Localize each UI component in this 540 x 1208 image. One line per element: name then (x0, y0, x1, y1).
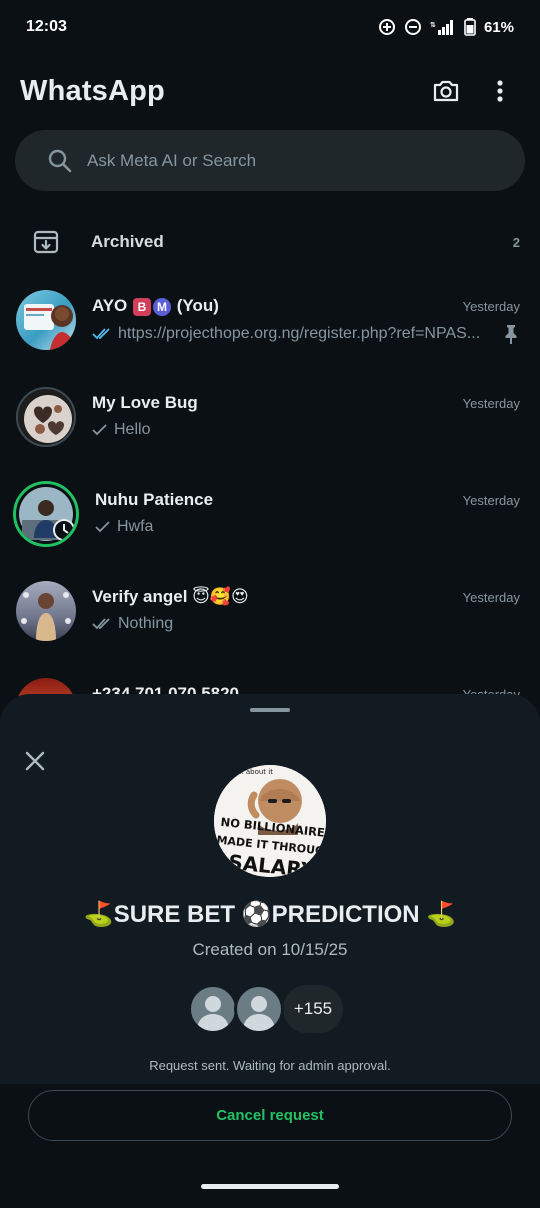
member-count-more: +155 (280, 982, 346, 1036)
double-tick-read-icon (92, 328, 110, 340)
group-invite-sheet: think about it NO BILLIONAIRE MADE IT TH… (0, 694, 540, 1208)
chat-name: Verify angel 😇🥰😍 (92, 587, 249, 606)
member-avatar (234, 984, 284, 1034)
avatar (16, 581, 76, 641)
chat-name: Nuhu Patience (95, 490, 214, 509)
signal-icon: ⇅ (430, 18, 456, 36)
request-status: Request sent. Waiting for admin approval… (149, 1058, 391, 1073)
person-icon (243, 996, 275, 1031)
camera-icon (433, 80, 459, 102)
more-vert-icon (497, 80, 503, 102)
chat-preview: https://projecthope.org.ng/register.php?… (118, 325, 481, 342)
cancel-request-button[interactable]: Cancel request (28, 1090, 512, 1141)
search-placeholder: Ask Meta AI or Search (87, 150, 257, 170)
chat-name: My Love Bug (92, 393, 198, 412)
person-icon (197, 996, 229, 1031)
chat-preview: Hwfa (117, 518, 154, 535)
close-icon (25, 751, 45, 771)
battery-icon (464, 18, 476, 36)
archive-icon (33, 230, 59, 254)
chat-preview: Hello (114, 421, 151, 438)
chat-row-nuhu-patience[interactable]: Nuhu Patience Yesterday Hwfa (0, 464, 540, 561)
status-time: 12:03 (26, 18, 67, 35)
gesture-nav-bar[interactable] (201, 1184, 339, 1189)
chat-time: Yesterday (462, 589, 520, 605)
drag-handle[interactable] (250, 708, 290, 712)
single-tick-icon (92, 424, 107, 436)
search-input[interactable]: Ask Meta AI or Search (15, 130, 525, 191)
avatar (16, 290, 76, 350)
battery-level: 61% (483, 18, 514, 36)
dnd-icon (404, 18, 422, 36)
group-name: ⛳SURE BET ⚽PREDICTION ⛳ (83, 901, 457, 928)
status-bar: 12:03 ⇅ 61% (0, 0, 540, 54)
search-icon (48, 149, 72, 172)
pin-icon (505, 325, 517, 344)
badge-b: B (133, 297, 152, 316)
chat-time: Yesterday (462, 492, 520, 508)
close-button[interactable] (20, 746, 50, 776)
archived-row[interactable]: Archived 2 (0, 214, 540, 270)
chat-row-ayo[interactable]: AYO BM (You) Yesterday https://projectho… (0, 270, 540, 367)
double-tick-icon (92, 618, 110, 630)
avatar (13, 481, 79, 547)
archived-label: Archived (91, 232, 164, 251)
member-avatar (188, 984, 238, 1034)
chat-preview: Nothing (118, 615, 174, 632)
sheet-footer: Cancel request (0, 1084, 540, 1208)
group-avatar: think about it NO BILLIONAIRE MADE IT TH… (214, 765, 326, 877)
app-header: WhatsApp (0, 60, 540, 122)
chat-name: AYO BM (You) (92, 296, 219, 316)
chat-row-verify-angel[interactable]: Verify angel 😇🥰😍 Yesterday Nothing (0, 561, 540, 658)
archived-count: 2 (512, 234, 520, 250)
avatar (16, 387, 76, 447)
single-tick-icon (95, 521, 110, 533)
data-saver-icon (378, 18, 396, 36)
chat-list: AYO BM (You) Yesterday https://projectho… (0, 270, 540, 755)
svg-text:⇅: ⇅ (430, 21, 436, 29)
status-icons: ⇅ 61% (378, 18, 514, 36)
member-avatars: +155 (188, 982, 346, 1036)
page-title: WhatsApp (20, 74, 165, 107)
badge-m: M (153, 297, 172, 316)
more-options-button[interactable] (480, 71, 520, 111)
chat-time: Yesterday (462, 298, 520, 314)
avatar-caption-top: think about it (226, 768, 273, 776)
camera-button[interactable] (426, 71, 466, 111)
chat-time: Yesterday (462, 395, 520, 411)
group-created-date: Created on 10/15/25 (192, 940, 348, 959)
chat-row-my-love-bug[interactable]: My Love Bug Yesterday Hello (0, 367, 540, 464)
